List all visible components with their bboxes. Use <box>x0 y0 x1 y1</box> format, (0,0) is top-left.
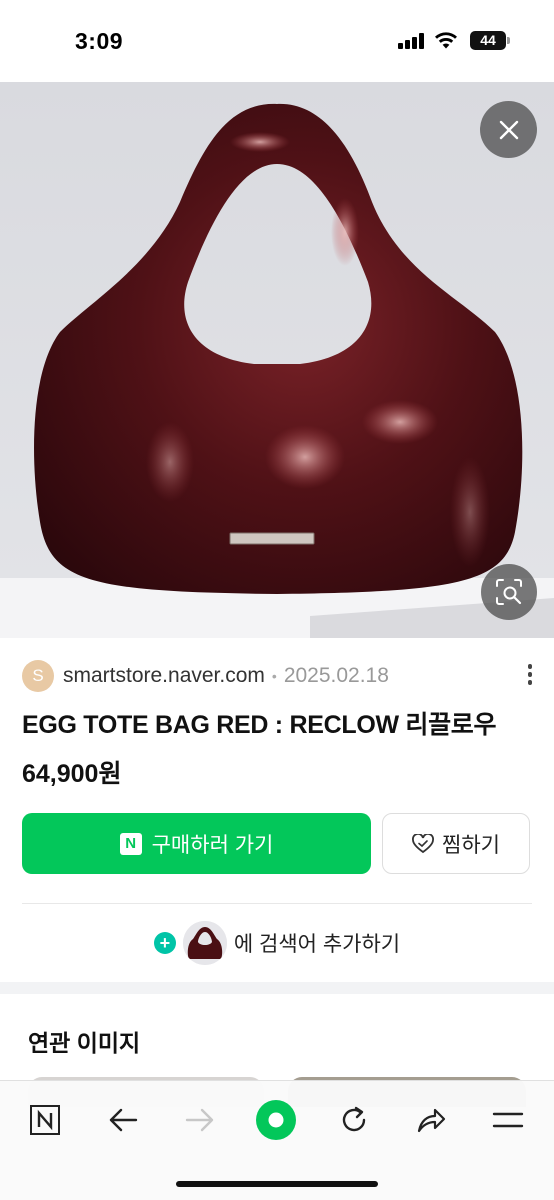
back-arrow-icon <box>109 1108 138 1132</box>
image-search-button[interactable] <box>481 564 537 620</box>
cellular-signal-icon <box>398 33 424 49</box>
wifi-icon <box>435 32 457 49</box>
status-time: 3:09 <box>75 28 124 54</box>
buy-button[interactable]: N 구매하러 가기 <box>22 813 371 874</box>
source-date: 2025.02.18 <box>283 664 389 687</box>
status-bar: 3:09 44 <box>0 0 554 82</box>
source-avatar: S <box>22 660 54 692</box>
divider <box>22 903 532 904</box>
refresh-button[interactable] <box>331 1097 377 1143</box>
add-search-keyword[interactable]: + 에 검색어 추가하기 <box>0 918 554 968</box>
share-button[interactable] <box>408 1097 454 1143</box>
wishlist-button[interactable]: 찜하기 <box>382 813 530 874</box>
product-title[interactable]: EGG TOTE BAG RED : RECLOW 리끌로우 <box>22 705 497 741</box>
plus-icon: + <box>153 932 176 954</box>
back-button[interactable] <box>100 1097 146 1143</box>
bag-thumbnail <box>182 921 227 965</box>
naver-home-button[interactable] <box>22 1097 68 1143</box>
naver-home-icon <box>30 1105 60 1135</box>
green-dot-icon <box>256 1100 296 1140</box>
forward-arrow-icon <box>185 1108 214 1132</box>
battery-indicator: 44 <box>470 31 506 50</box>
naver-pay-icon: N <box>119 832 142 855</box>
source-row[interactable]: S smartstore.naver.com • 2025.02.18 <box>22 660 534 692</box>
forward-button[interactable] <box>177 1097 223 1143</box>
related-images-title: 연관 이미지 <box>28 1030 141 1056</box>
refresh-icon <box>342 1106 366 1132</box>
wishlist-label: 찜하기 <box>442 833 500 857</box>
menu-button[interactable] <box>485 1097 531 1143</box>
green-dot-button[interactable] <box>253 1097 299 1143</box>
more-options-icon[interactable] <box>526 664 534 688</box>
close-button[interactable] <box>480 101 537 158</box>
product-price: 64,900원 <box>22 760 122 788</box>
share-icon <box>417 1108 446 1133</box>
menu-icon <box>492 1112 524 1128</box>
home-indicator[interactable] <box>176 1181 378 1187</box>
section-separator <box>0 982 554 994</box>
buy-button-label: 구매하러 가기 <box>151 833 274 857</box>
add-search-label: 에 검색어 추가하기 <box>233 933 401 956</box>
close-icon <box>499 120 518 139</box>
source-domain[interactable]: smartstore.naver.com <box>63 664 265 688</box>
bag-illustration <box>0 82 554 638</box>
separator-dot: • <box>271 668 277 684</box>
product-image[interactable] <box>0 82 554 638</box>
heart-icon <box>412 833 434 853</box>
battery-cap <box>507 37 510 44</box>
image-search-icon <box>496 579 522 605</box>
